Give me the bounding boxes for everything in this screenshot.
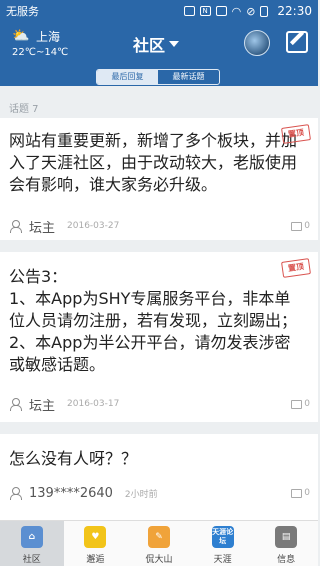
nfc-icon: N xyxy=(199,6,211,16)
post-author[interactable]: 坛主 xyxy=(29,217,55,236)
comment-count[interactable]: 0 xyxy=(291,488,310,498)
status-bar: 无服务 N ◠ ⊘ 22:30 xyxy=(0,0,318,22)
header-title: 社区 xyxy=(133,36,166,55)
home-icon: ⌂ xyxy=(20,526,43,548)
nav-chat[interactable]: ✎ 侃大山 xyxy=(127,521,191,566)
post-author[interactable]: 139****2640 xyxy=(29,486,113,501)
status-icons: N ◠ ⊘ 22:30 xyxy=(183,4,312,18)
heart-icon: ♥ xyxy=(84,526,107,548)
comment-icon xyxy=(291,488,303,498)
status-time: 22:30 xyxy=(277,4,312,18)
post-card[interactable]: 怎么没有人呀？？ 139****2640 2小时前 0 xyxy=(0,434,318,520)
tianya-forum-icon: 天涯论坛 xyxy=(211,526,234,548)
comment-count-value: 0 xyxy=(304,488,310,498)
nav-label: 信息 xyxy=(277,555,296,565)
pinned-badge: 置顶 xyxy=(281,258,311,278)
user-icon xyxy=(9,220,22,233)
topic-count: 话题 7 xyxy=(9,104,39,115)
comment-count-value: 0 xyxy=(304,399,310,409)
tab-bar: 最后回复 最新话题 xyxy=(0,68,318,86)
post-text: 怎么没有人呀？？ xyxy=(9,449,138,468)
nav-tianya[interactable]: 天涯论坛 天涯 xyxy=(191,521,255,566)
app-header: ⛅ 上海 22℃~14℃ 社区 xyxy=(0,22,318,68)
vibrate-icon xyxy=(215,6,227,16)
comment-count[interactable]: 0 xyxy=(291,399,310,409)
pinned-badge: 置顶 xyxy=(281,124,311,144)
partly-cloudy-icon: ⛅ xyxy=(12,28,30,44)
weather-widget[interactable]: ⛅ 上海 22℃~14℃ xyxy=(10,26,80,64)
message-icon: ▤ xyxy=(275,526,298,548)
image-icon xyxy=(183,6,195,16)
post-card[interactable]: 公告3： 1、本App为SHY专属服务平台，非本单位人员请勿注册，若有发现，立刻… xyxy=(0,252,318,422)
segmented-control: 最后回复 最新话题 xyxy=(96,69,220,85)
user-icon xyxy=(9,398,22,411)
comment-count[interactable]: 0 xyxy=(291,221,310,231)
weather-city: 上海 xyxy=(36,30,61,44)
bottom-nav: ⌂ 社区 ♥ 邂逅 ✎ 侃大山 天涯论坛 天涯 ▤ 信息 xyxy=(0,520,318,566)
comment-count-value: 0 xyxy=(304,221,310,231)
battery-icon xyxy=(260,5,269,17)
compose-icon[interactable] xyxy=(286,31,308,53)
section-selector[interactable]: 社区 xyxy=(133,32,180,56)
nav-community[interactable]: ⌂ 社区 xyxy=(0,521,64,566)
nav-label: 社区 xyxy=(22,555,41,565)
avatar[interactable] xyxy=(244,30,270,56)
weather-temperature: 22℃~14℃ xyxy=(12,47,69,58)
caret-down-icon xyxy=(169,41,180,47)
nav-label: 邂逅 xyxy=(86,555,105,565)
comment-icon xyxy=(291,399,303,409)
post-meta: 139****2640 2小时前 0 xyxy=(9,484,310,502)
post-card[interactable]: 网站有重要更新，新增了多个板块，并加入了天涯社区，由于改动较大，老版使用会有影响… xyxy=(0,118,318,240)
nav-label: 侃大山 xyxy=(145,555,173,565)
post-text: 公告3： 1、本App为SHY专属服务平台，非本单位人员请勿注册，若有发现，立刻… xyxy=(9,267,298,374)
wifi-icon: ◠ xyxy=(231,4,242,18)
post-meta: 坛主 2016-03-27 0 xyxy=(9,217,310,236)
tab-newest-topics[interactable]: 最新话题 xyxy=(158,70,219,84)
carrier-text: 无服务 xyxy=(6,5,39,18)
post-author[interactable]: 坛主 xyxy=(29,395,55,414)
nav-label: 天涯 xyxy=(213,555,232,565)
post-date: 2016-03-27 xyxy=(67,221,120,231)
comment-icon xyxy=(291,221,303,231)
post-text: 网站有重要更新，新增了多个板块，并加入了天涯社区，由于改动较大，老版使用会有影响… xyxy=(9,131,298,194)
post-meta: 坛主 2016-03-17 0 xyxy=(9,395,310,414)
no-sim-icon: ⊘ xyxy=(246,4,256,18)
nav-messages[interactable]: ▤ 信息 xyxy=(254,521,318,566)
post-date: 2016-03-17 xyxy=(67,399,120,409)
tab-last-reply[interactable]: 最后回复 xyxy=(97,70,158,84)
user-icon xyxy=(9,487,22,500)
edit-icon: ✎ xyxy=(147,526,170,548)
nav-encounter[interactable]: ♥ 邂逅 xyxy=(64,521,128,566)
post-date: 2小时前 xyxy=(124,489,158,500)
